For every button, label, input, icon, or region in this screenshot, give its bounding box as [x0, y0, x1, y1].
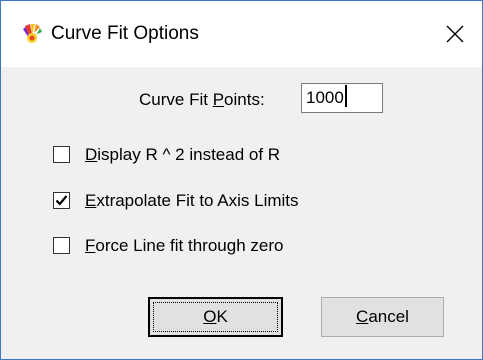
- curve-fit-options-dialog: Curve Fit Options Curve Fit Points: 1000…: [0, 0, 483, 360]
- checkmark-icon: [55, 195, 68, 206]
- window-title: Curve Fit Options: [51, 23, 199, 44]
- curve-fit-points-label: Curve Fit Points:: [139, 90, 265, 109]
- extrapolate-fit-checkbox[interactable]: [53, 192, 70, 209]
- focus-rectangle: [153, 302, 278, 332]
- ok-button[interactable]: OK: [148, 297, 283, 337]
- cancel-button[interactable]: Cancel: [321, 297, 444, 337]
- extrapolate-fit-label: Extrapolate Fit to Axis Limits: [85, 191, 299, 210]
- close-button[interactable]: [437, 17, 473, 51]
- display-r-squared-label: Display R ^ 2 instead of R: [85, 145, 281, 164]
- force-line-fit-checkbox[interactable]: [53, 237, 70, 254]
- curve-fit-points-input[interactable]: 1000: [301, 83, 383, 113]
- display-r-squared-checkbox[interactable]: [53, 146, 70, 163]
- force-line-fit-label: Force Line fit through zero: [85, 236, 284, 255]
- text-caret: [344, 85, 347, 107]
- title-bar: Curve Fit Options: [1, 1, 482, 67]
- colorful-flower-icon: [21, 23, 43, 45]
